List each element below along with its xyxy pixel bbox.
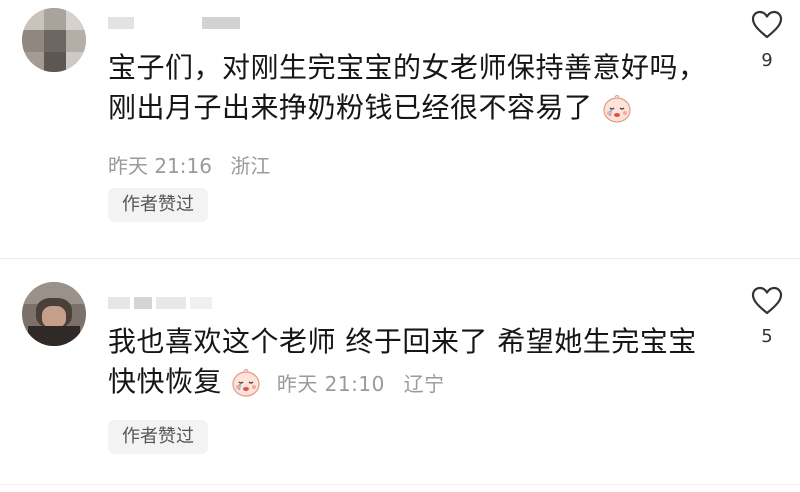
comment-time: 昨天 21:10 — [276, 372, 385, 396]
comment-text-line: 我也喜欢这个老师 终于回来了 希望她生完宝宝 — [108, 325, 697, 358]
like-count: 9 — [761, 50, 773, 71]
like-button[interactable]: 9 — [750, 10, 784, 71]
comment-meta: 昨天 21:10 辽宁 — [277, 372, 445, 396]
crying-face-emoji-icon — [603, 94, 631, 123]
avatar[interactable] — [22, 8, 86, 72]
comment-location: 浙江 — [230, 154, 271, 178]
comment-text-line: 快快恢复 昨天 21:10 辽宁 — [108, 365, 445, 398]
comment-meta: 昨天 21:16 浙江 — [108, 150, 270, 179]
divider — [0, 258, 800, 259]
heart-icon — [751, 286, 783, 315]
author-liked-badge: 作者赞过 — [108, 420, 208, 454]
divider — [0, 484, 800, 485]
heart-icon — [751, 10, 783, 39]
comment-time: 昨天 21:16 — [108, 154, 212, 178]
comment-location: 辽宁 — [403, 372, 445, 396]
like-button[interactable]: 5 — [750, 286, 784, 347]
comment-text: 宝子们，对刚生完宝宝的女老师保持善意好吗， 刚出月子出来挣奶粉钱已经很不容易了 — [108, 48, 707, 128]
comment-text: 我也喜欢这个老师 终于回来了 希望她生完宝宝 快快恢复 昨天 21:10 辽宁 — [108, 322, 697, 404]
comment-text-line: 宝子们，对刚生完宝宝的女老师保持善意好吗， — [108, 51, 707, 84]
avatar[interactable] — [22, 282, 86, 346]
username-redacted[interactable] — [108, 296, 212, 310]
crying-face-emoji-icon — [232, 368, 261, 397]
username-redacted[interactable] — [108, 16, 240, 30]
author-liked-badge: 作者赞过 — [108, 188, 208, 222]
like-count: 5 — [761, 326, 773, 347]
comment-text-line: 刚出月子出来挣奶粉钱已经很不容易了 — [108, 88, 707, 128]
